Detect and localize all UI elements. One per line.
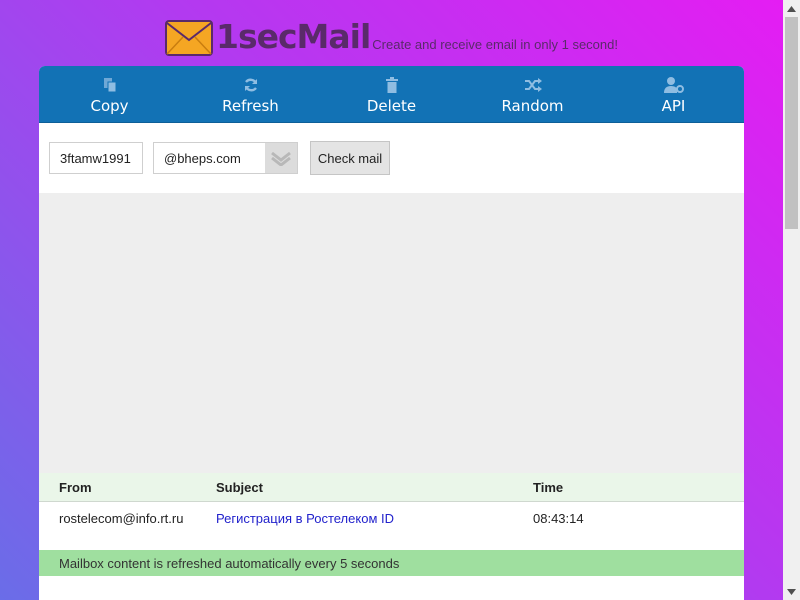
site-logo-text[interactable]: 1secMail (216, 18, 371, 56)
inbox-table-header: From Subject Time (39, 473, 744, 502)
mailbox-controls: 3ftamw1991 @bheps.com Check mail (39, 123, 744, 193)
message-preview-area (39, 193, 744, 473)
random-label: Random (501, 97, 564, 115)
copy-label: Copy (90, 97, 129, 115)
scroll-down-icon[interactable] (783, 583, 800, 600)
user-gear-icon (663, 74, 684, 96)
page-scrollbar[interactable] (783, 0, 800, 600)
refresh-notice: Mailbox content is refreshed automatical… (39, 550, 744, 576)
column-time: Time (533, 479, 564, 495)
api-button[interactable]: API (603, 66, 744, 122)
table-row[interactable]: rostelecom@info.rt.ru Регистрация в Рост… (39, 502, 744, 550)
domain-select[interactable]: @bheps.com (153, 142, 298, 174)
mailbox-card: Copy Refresh Delete Random API 3ftamw199… (39, 66, 744, 600)
username-input[interactable]: 3ftamw1991 (49, 142, 143, 174)
refresh-label: Refresh (222, 97, 279, 115)
scrollbar-thumb[interactable] (785, 17, 798, 229)
refresh-icon (243, 74, 259, 96)
chevron-down-icon[interactable] (265, 143, 297, 173)
column-from: From (59, 479, 92, 495)
scroll-up-icon[interactable] (783, 0, 800, 17)
row-from: rostelecom@info.rt.ru (59, 511, 184, 526)
shuffle-icon (524, 74, 542, 96)
copy-icon (103, 74, 117, 96)
site-tagline: Create and receive email in only 1 secon… (372, 37, 618, 52)
delete-label: Delete (366, 97, 417, 115)
envelope-logo-icon[interactable] (165, 20, 213, 56)
domain-select-value: @bheps.com (164, 150, 241, 166)
api-label: API (661, 97, 686, 115)
random-button[interactable]: Random (462, 66, 603, 122)
delete-button[interactable]: Delete (321, 66, 462, 122)
row-subject-link[interactable]: Регистрация в Ростелеком ID (216, 511, 394, 526)
trash-icon (385, 74, 399, 96)
check-mail-button[interactable]: Check mail (310, 141, 390, 175)
column-subject: Subject (216, 479, 263, 495)
refresh-button[interactable]: Refresh (180, 66, 321, 122)
toolbar: Copy Refresh Delete Random API (39, 66, 744, 123)
copy-button[interactable]: Copy (39, 66, 180, 122)
row-time: 08:43:14 (533, 511, 584, 526)
site-header: 1secMail Create and receive email in onl… (165, 16, 618, 56)
